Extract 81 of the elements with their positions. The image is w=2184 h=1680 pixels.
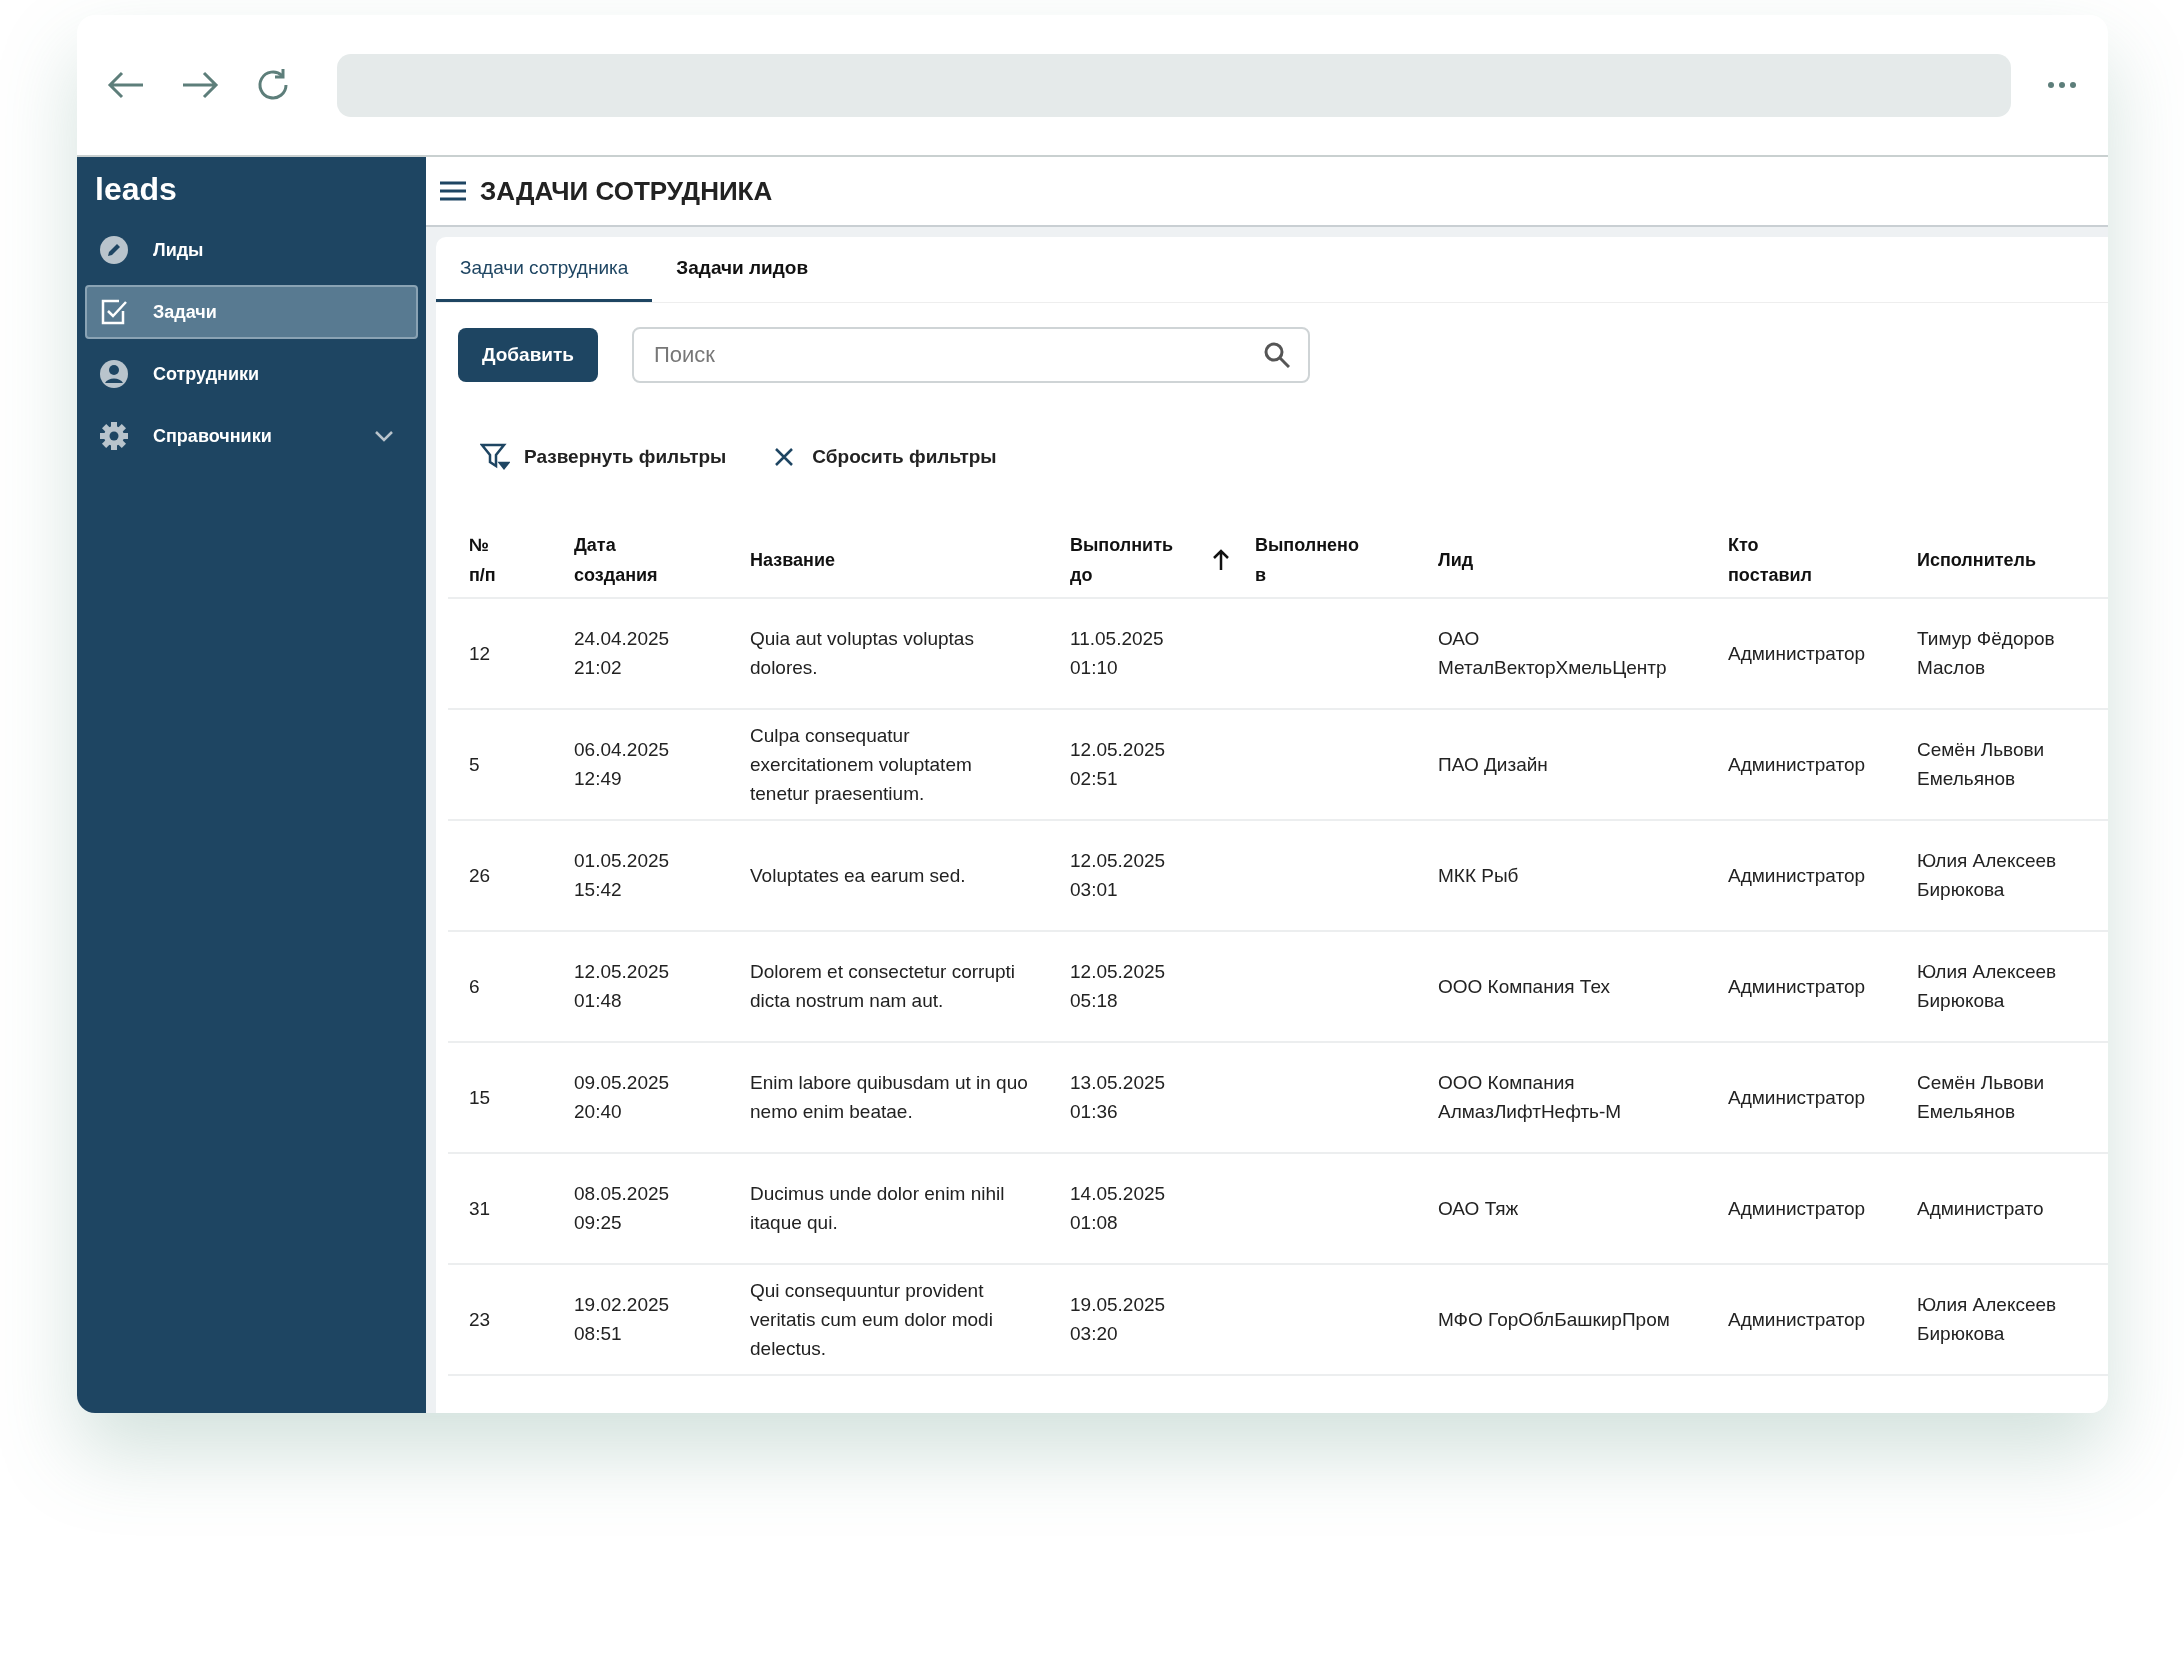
pencil-icon [99, 235, 129, 265]
tab[interactable]: Задачи сотрудника [436, 237, 653, 302]
table-cell-text: 09.05.2025 20:40 [574, 1071, 671, 1124]
add-button[interactable]: Добавить [458, 328, 599, 382]
column-header[interactable]: Кто поставил [1728, 530, 1838, 590]
table-cell-text: МФО ГорОблБашкирПром [1438, 1307, 1670, 1332]
sidebar-item[interactable]: Сотрудники [85, 347, 418, 401]
table-cell-text: 5 [469, 752, 480, 777]
expand-filters-button[interactable]: Развернуть фильтры [480, 443, 727, 472]
table-cell-text: Юлия Алексеев Бирюкова [1917, 960, 2058, 1013]
table-cell-text: Администрато [1917, 1196, 2044, 1221]
column-header[interactable]: Лид [1438, 545, 1474, 575]
table-cell-text: Администратор [1728, 752, 1866, 777]
column-header[interactable]: Выполнить до [1070, 530, 1200, 590]
table-cell-text: Администратор [1728, 863, 1866, 888]
close-icon [774, 447, 795, 468]
table-cell-text: Администратор [1728, 641, 1866, 666]
table-cell-text: Qui consequuntur provident veritatis cum eum dolor modi delectus. [750, 1278, 994, 1361]
table-cell-text: Семён Львови Емельянов [1917, 1071, 2046, 1124]
table-cell-text: Enim labore quibusdam ut in quo nemo enim beatae. [750, 1071, 1029, 1124]
table-cell-text: 14.05.2025 01:08 [1070, 1182, 1167, 1235]
table-cell-text: 12.05.2025 01:48 [574, 960, 671, 1013]
logo: leads [94, 170, 178, 209]
search-field[interactable]: Поиск [632, 327, 1311, 383]
table-cell-text: 24.04.2025 21:02 [574, 627, 671, 680]
column-header[interactable]: № п/п [469, 530, 509, 590]
more-icon[interactable] [2047, 81, 2077, 89]
column-header[interactable]: Дата создания [574, 530, 704, 590]
table-cell-text: Юлия Алексеев Бирюкова [1917, 1293, 2058, 1346]
table-cell-text: Юлия Алексеев Бирюкова [1917, 849, 2058, 902]
sidebar-item[interactable]: Лиды [85, 223, 418, 277]
table-cell-text: Ducimus unde dolor enim nihil itaque qui. [750, 1182, 1006, 1235]
table-cell-text: 12.05.2025 05:18 [1070, 960, 1167, 1013]
table-cell-text: 06.04.2025 12:49 [574, 738, 671, 791]
table-cell-text: 11.05.2025 01:10 [1070, 627, 1165, 680]
table-cell-text: 19.05.2025 03:20 [1070, 1293, 1167, 1346]
column-header[interactable]: Название [750, 545, 835, 575]
table-cell-text: 23 [469, 1307, 491, 1332]
table-cell-text: Тимур Фёдоров Маслов [1917, 627, 2056, 680]
table-cell-text: 12.05.2025 03:01 [1070, 849, 1167, 902]
table-cell-text: 6 [469, 974, 480, 999]
sidebar-item[interactable]: Справочники [85, 409, 418, 463]
table-cell-text: Семён Львови Емельянов [1917, 738, 2046, 791]
checkbox-icon [99, 297, 129, 327]
table-cell-text: ОАО МеталВекторХмельЦентр [1438, 627, 1668, 680]
table-cell-text: Администратор [1728, 1085, 1866, 1110]
table-cell-text: Администратор [1728, 1196, 1866, 1221]
table-cell-text: МКК Рыб [1438, 863, 1519, 888]
back-arrow-icon[interactable] [107, 70, 145, 100]
search-icon [1264, 342, 1291, 368]
page-title: ЗАДАЧИ СОТРУДНИКА [480, 174, 773, 208]
filter-icon [480, 443, 510, 472]
table-cell-text: Администратор [1728, 1307, 1866, 1332]
column-header[interactable]: Выполнено в [1255, 530, 1365, 590]
table-cell-text: 12.05.2025 02:51 [1070, 738, 1167, 791]
table-cell-text: Culpa consequatur exercitationem voluptatem tenetur praesentium. [750, 723, 973, 806]
table-cell-text: 12 [469, 641, 491, 666]
table-cell-text: Администратор [1728, 974, 1866, 999]
forward-arrow-icon[interactable] [181, 70, 219, 100]
table-cell-text: 31 [469, 1196, 491, 1221]
person-icon [99, 359, 129, 389]
table-cell-text: ПАО Дизайн [1438, 752, 1548, 777]
table-cell-text: ОАО Тяж [1438, 1196, 1519, 1221]
table-cell-text: Voluptates ea earum sed. [750, 863, 966, 888]
table-cell-text: 01.05.2025 15:42 [574, 849, 671, 902]
table-cell-text: 19.02.2025 08:51 [574, 1293, 671, 1346]
table-cell-text: 08.05.2025 09:25 [574, 1182, 671, 1235]
gear-icon [99, 421, 129, 451]
table-cell-text: 13.05.2025 01:36 [1070, 1071, 1167, 1124]
table-cell-text: 15 [469, 1085, 491, 1110]
sort-arrow-icon[interactable] [1212, 549, 1230, 571]
column-header[interactable]: Исполнитель [1917, 545, 2037, 575]
table-cell-text: Dolorem et consectetur corrupti dicta nostrum nam aut. [750, 960, 1017, 1013]
table-cell-text: ООО Компания АлмазЛифтНефть-М [1438, 1071, 1623, 1124]
table-cell-text: ООО Компания Тех [1438, 974, 1611, 999]
reset-filters-button[interactable]: Сбросить фильтры [774, 443, 997, 472]
table-cell-text: 26 [469, 863, 491, 888]
table-cell-text: Quia aut voluptas voluptas dolores. [750, 627, 975, 680]
tab[interactable]: Задачи лидов [652, 237, 833, 302]
sidebar-item[interactable]: Задачи [85, 285, 418, 339]
menu-icon[interactable] [440, 181, 466, 201]
